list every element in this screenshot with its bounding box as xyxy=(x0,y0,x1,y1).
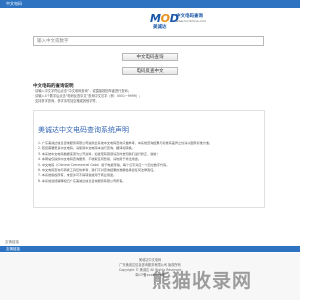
friend-links-bar-text[interactable]: 友情链接 xyxy=(6,246,20,252)
page-footer: 美诚达中文电码 广东美诚达信息咨询服务有限公司 版权所有 Copyright ©… xyxy=(0,253,300,300)
top-title-bar: 中文电码 xyxy=(0,0,300,8)
footer-line: 粤ICP备xxxxxxxx号 xyxy=(135,273,165,277)
watermark-text: 熊猫收录网 xyxy=(152,270,253,292)
friend-links-bar: 友情链接 xyxy=(0,246,300,252)
declaration-body: 1. 广东美诚达信息咨询服务有限公司提供此系统中文电码查询只做参考，本系统查询结… xyxy=(38,141,260,184)
declaration-line: 8. 本系统最终解释权归广东美诚达信息咨询服务有限公司所有。 xyxy=(38,178,126,183)
logo-url: www.mcdchina.com xyxy=(176,19,206,23)
notice-line: · 支持多字查询，多字请勿加空格或其他字符。 xyxy=(33,99,99,103)
reverse-lookup-button[interactable]: 电码反查中文 xyxy=(122,67,178,75)
declaration-panel: 美诚达中文电码查询系统声明 1. 广东美诚达信息咨询服务有限公司提供此系统中文电… xyxy=(33,110,265,208)
query-code-button[interactable]: 中文电码查询 xyxy=(122,53,178,61)
search-input[interactable]: 输入中文或数字 xyxy=(33,36,264,46)
logo-brand-name: 美诚达 xyxy=(153,25,167,30)
site-logo[interactable]: MOD 中文电码查询 www.mcdchina.com 美诚达 xyxy=(150,12,210,34)
friend-links-label: 友情链接 xyxy=(5,240,19,244)
title-bar-text: 中文电码 xyxy=(6,1,22,6)
declaration-title: 美诚达中文电码查询系统声明 xyxy=(38,126,129,134)
notice-list: · 请输入中文字符后点击“中文电码查询”，或直接按回车键进行查询； · 请输入4… xyxy=(33,89,263,104)
